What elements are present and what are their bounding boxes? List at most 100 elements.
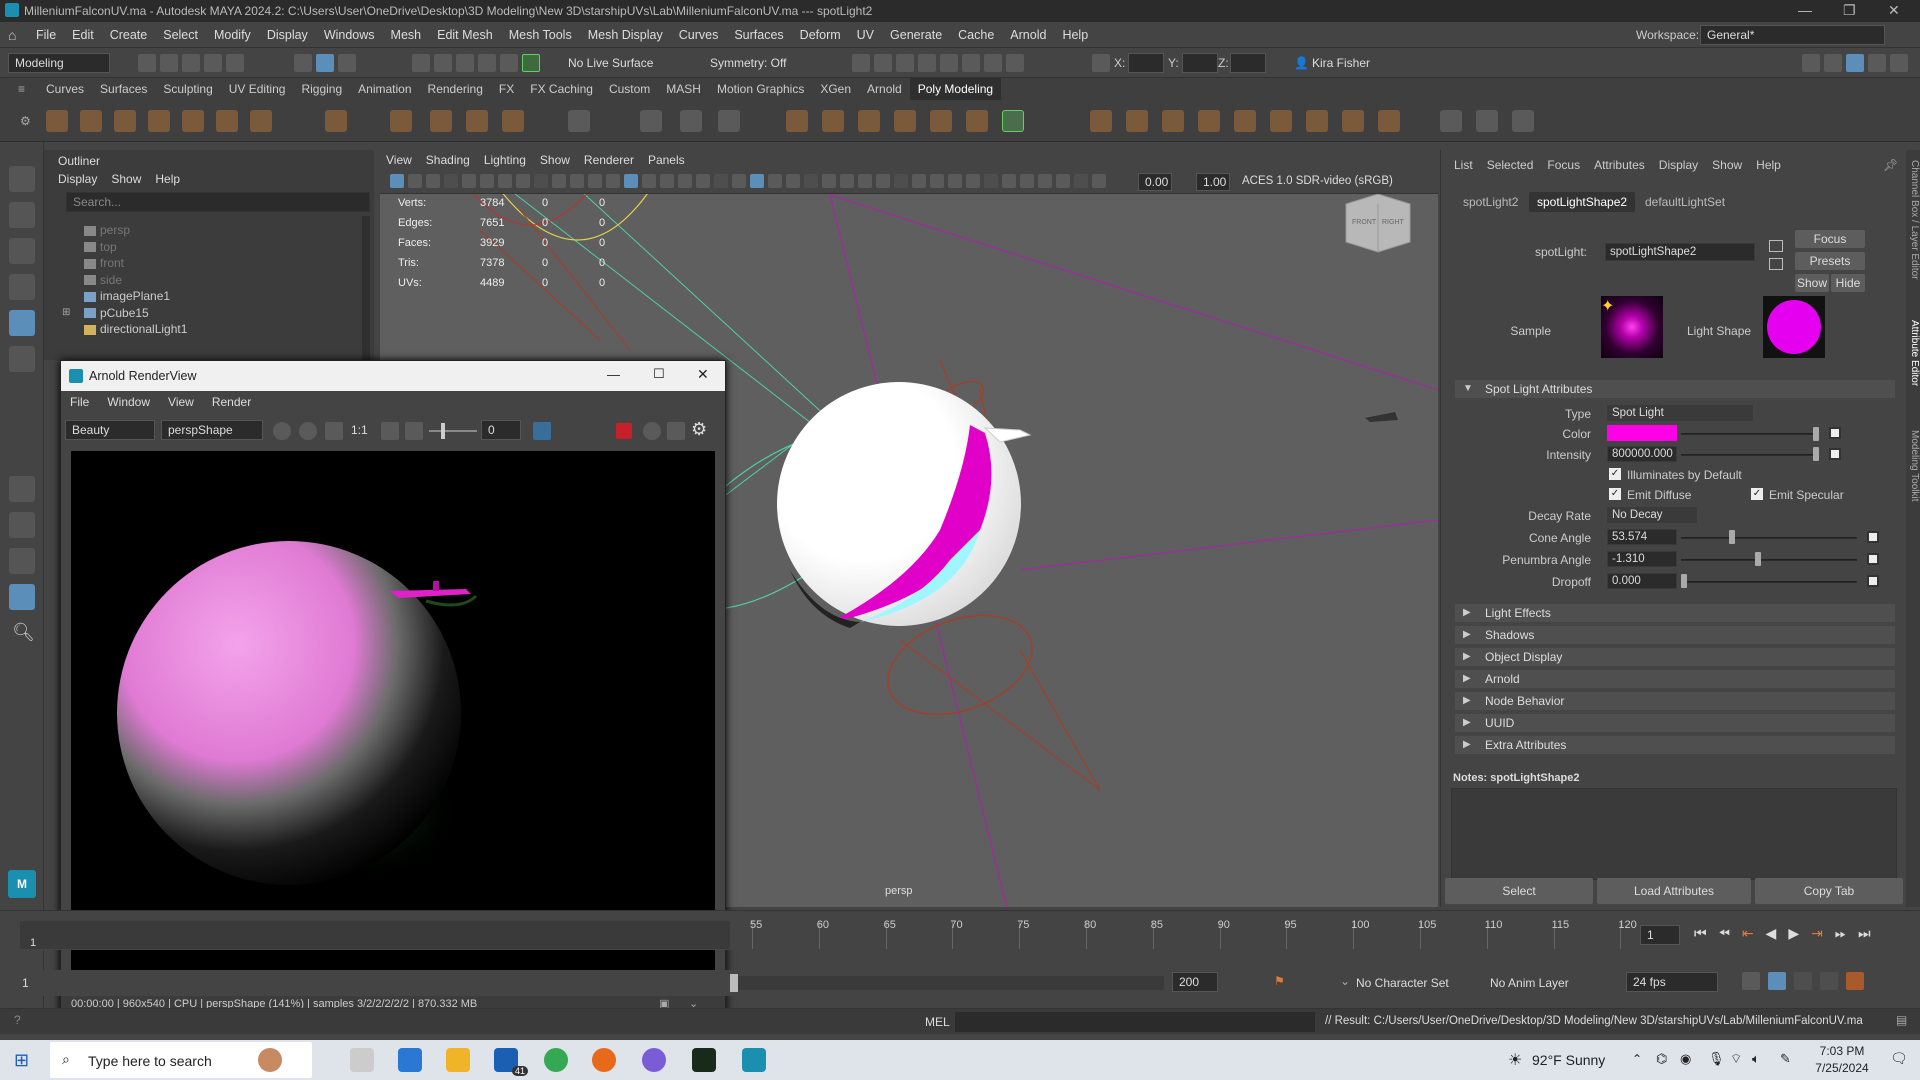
section-shadows[interactable]: ▶ Shadows — [1455, 626, 1895, 644]
aov-dropdown[interactable]: Beauty — [65, 420, 155, 440]
expand-icon[interactable]: ⊞ — [62, 303, 70, 323]
log-icon[interactable] — [533, 422, 551, 440]
help-icon[interactable]: ? — [14, 1013, 21, 1027]
move-tool-icon[interactable] — [9, 274, 35, 300]
poly-cone-icon[interactable] — [148, 110, 170, 132]
viewport-tool-icon[interactable] — [1002, 174, 1016, 188]
menu-windows[interactable]: Windows — [316, 22, 383, 48]
poly-sphere-icon[interactable] — [46, 110, 68, 132]
user-name-dropdown[interactable]: Kira Fisher — [1312, 56, 1370, 70]
multi-cut-icon[interactable] — [966, 110, 988, 132]
panel-icon[interactable] — [1824, 54, 1842, 72]
firefox-icon[interactable] — [592, 1048, 616, 1072]
menu-generate[interactable]: Generate — [882, 22, 950, 48]
color-map-icon[interactable] — [1829, 427, 1841, 439]
shelf-tab-sculpting[interactable]: Sculpting — [155, 78, 220, 100]
pause-icon[interactable] — [1006, 54, 1024, 72]
emit-specular-checkbox[interactable]: ✓ — [1751, 488, 1763, 500]
poly-platonic-icon[interactable] — [325, 110, 347, 132]
menu-file[interactable]: File — [28, 22, 64, 48]
wifi-icon[interactable]: ⌔ — [1730, 1051, 1742, 1067]
quad-draw-icon[interactable] — [1476, 110, 1498, 132]
exposure-icon[interactable] — [405, 422, 423, 440]
attr-menu-display[interactable]: Display — [1652, 150, 1705, 180]
viewport-tool-icon[interactable] — [678, 174, 692, 188]
pen-icon[interactable]: ✎ — [1780, 1051, 1791, 1067]
renderview-titlebar[interactable]: Arnold RenderView — ☐ ✕ — [61, 361, 725, 391]
make-live-icon[interactable] — [522, 54, 540, 72]
viewport-tool-icon[interactable] — [840, 174, 854, 188]
two-pane-layout-icon[interactable] — [9, 548, 35, 574]
viewport-menu-panels[interactable]: Panels — [648, 153, 685, 167]
super-shape-icon[interactable] — [390, 110, 412, 132]
poke-icon[interactable] — [1378, 110, 1400, 132]
volume-icon[interactable]: 🔈︎ — [1752, 1051, 1760, 1067]
dropoff-slider[interactable] — [1681, 581, 1857, 583]
x-field[interactable] — [1128, 53, 1164, 73]
shelf-gear-icon[interactable]: ⚙ — [20, 114, 31, 128]
shelf-tab-custom[interactable]: Custom — [601, 78, 658, 100]
next-key-icon[interactable]: ⇥ — [1811, 925, 1823, 942]
offset-loop-icon[interactable] — [1126, 110, 1148, 132]
range-bar[interactable] — [730, 976, 1164, 990]
select-object-icon[interactable] — [316, 54, 334, 72]
viewport-tool-icon[interactable] — [588, 174, 602, 188]
clock-time[interactable]: 7:03 PM — [1810, 1044, 1874, 1058]
viewport-menu-renderer[interactable]: Renderer — [584, 153, 634, 167]
task-view-icon[interactable] — [350, 1048, 374, 1072]
attr-menu-attributes[interactable]: Attributes — [1587, 150, 1652, 180]
fit-frame-icon[interactable] — [381, 422, 399, 440]
shelf-tab-poly-modeling[interactable]: Poly Modeling — [909, 78, 1002, 100]
preferences-icon[interactable] — [1846, 972, 1864, 990]
load-node-icon[interactable] — [1769, 240, 1783, 252]
section-spot-light-attributes[interactable]: ▼ Spot Light Attributes — [1455, 380, 1895, 398]
color-correct-icon[interactable] — [325, 422, 343, 440]
viewport-tool-icon[interactable] — [984, 174, 998, 188]
viewport-tool-icon[interactable] — [912, 174, 926, 188]
poly-disc-icon[interactable] — [250, 110, 272, 132]
viewport-tool-icon[interactable] — [732, 174, 746, 188]
viewport-tool-icon[interactable] — [426, 174, 440, 188]
viewport-tool-icon[interactable] — [876, 174, 890, 188]
select-node-icon[interactable] — [1769, 258, 1783, 270]
tool-settings-icon[interactable] — [1868, 54, 1886, 72]
menu-display[interactable]: Display — [259, 22, 316, 48]
show-button[interactable]: Show — [1795, 274, 1829, 292]
redo-icon[interactable] — [226, 54, 244, 72]
four-pane-layout-icon[interactable] — [9, 512, 35, 538]
attr-menu-focus[interactable]: Focus — [1540, 150, 1587, 180]
symmetry-dropdown[interactable]: Symmetry: Off — [710, 56, 786, 70]
command-input[interactable] — [955, 1012, 1315, 1032]
restore-icon[interactable]: ❐ — [1843, 2, 1856, 19]
avatar-icon[interactable] — [258, 1048, 282, 1072]
step-back-key-icon[interactable]: ⏪︎ — [1719, 925, 1730, 942]
retopo-icon[interactable] — [1440, 110, 1462, 132]
menu-mesh[interactable]: Mesh — [383, 22, 430, 48]
mirror-icon[interactable] — [680, 110, 702, 132]
exposure-slider[interactable] — [429, 430, 477, 432]
viewport-tool-icon[interactable] — [660, 174, 674, 188]
shelf-tab-uv-editing[interactable]: UV Editing — [221, 78, 294, 100]
render-image[interactable] — [71, 451, 715, 986]
maximize-icon[interactable]: ☐ — [653, 366, 665, 382]
range-handle[interactable] — [730, 974, 738, 992]
attr-menu-help[interactable]: Help — [1749, 150, 1788, 180]
cone-angle-field[interactable]: 53.574 — [1607, 529, 1677, 545]
section-uuid[interactable]: ▶ UUID — [1455, 714, 1895, 732]
workspace-dropdown[interactable]: General* — [1700, 25, 1885, 45]
shelf-tab-mash[interactable]: MASH — [658, 78, 709, 100]
select-component-icon[interactable] — [338, 54, 356, 72]
notes-textarea[interactable] — [1451, 788, 1897, 880]
refresh-render-icon[interactable] — [643, 422, 661, 440]
shelf-tab-fx[interactable]: FX — [491, 78, 522, 100]
svg-tool-icon[interactable] — [502, 110, 524, 132]
viewport-tool-icon[interactable] — [606, 174, 620, 188]
go-to-start-icon[interactable]: ⏮ — [1694, 925, 1707, 942]
renderview-menu-view[interactable]: View — [159, 391, 203, 413]
section-object-display[interactable]: ▶ Object Display — [1455, 648, 1895, 666]
fps-dropdown[interactable]: 24 fps — [1626, 972, 1718, 992]
y-field[interactable] — [1182, 53, 1218, 73]
modeling-toolkit-side-tab[interactable]: Modeling Toolkit — [1906, 430, 1920, 530]
tab-spotlight2[interactable]: spotLight2 — [1455, 192, 1526, 212]
menu-curves[interactable]: Curves — [671, 22, 727, 48]
